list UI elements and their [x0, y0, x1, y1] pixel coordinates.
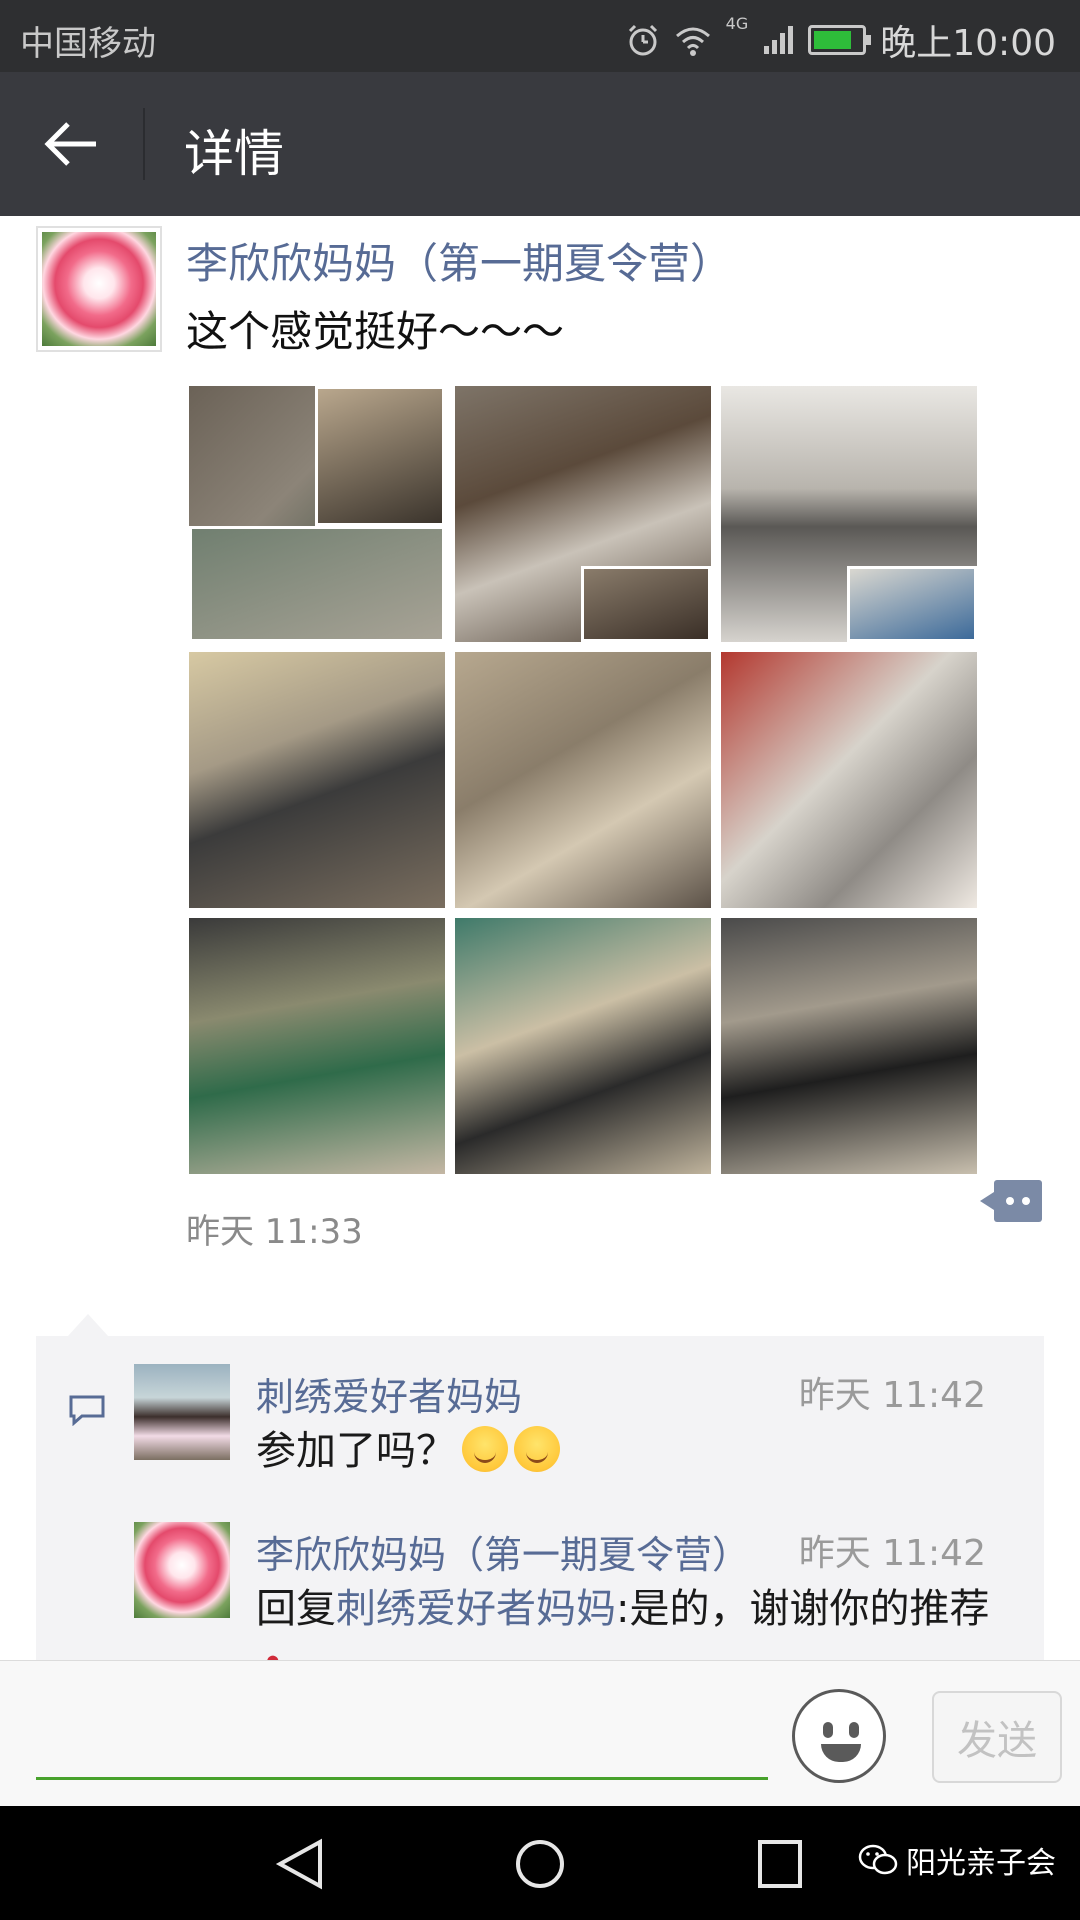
- photo-thumbnail[interactable]: [455, 918, 711, 1174]
- photo-thumbnail[interactable]: [721, 386, 977, 642]
- page-title: 详情: [184, 125, 284, 183]
- moment-post: 李欣欣妈妈（第一期夏令营） 这个感觉挺好～～～ 昨天 11:33 刺绣爱好者妈妈…: [0, 216, 1080, 1660]
- author-avatar[interactable]: [36, 226, 162, 352]
- photo-thumbnail[interactable]: [455, 652, 711, 908]
- rose-avatar-image: [42, 232, 156, 346]
- watermark: 阳光亲子会: [858, 1838, 1056, 1882]
- signal-icon: [764, 26, 794, 54]
- photo-thumbnail[interactable]: [189, 918, 445, 1174]
- commenter-name[interactable]: 刺绣爱好者妈妈: [256, 1366, 522, 1421]
- carrier-label: 中国移动: [20, 24, 156, 64]
- wifi-icon: [675, 27, 710, 56]
- home-circle-icon[interactable]: [512, 1838, 568, 1890]
- photo-thumbnail[interactable]: [189, 652, 445, 908]
- comment-input-bar: 发送: [0, 1660, 1080, 1806]
- reply-to-link[interactable]: 刺绣爱好者妈妈: [336, 1586, 616, 1632]
- comment-item[interactable]: 刺绣爱好者妈妈 昨天 11:42 参加了吗？: [36, 1364, 1044, 1484]
- more-comment-icon[interactable]: [980, 1180, 1042, 1222]
- smile-emoji: [514, 1426, 560, 1472]
- comment-time: 昨天 11:42: [798, 1533, 986, 1574]
- comment-input[interactable]: [36, 1777, 768, 1780]
- photo-thumbnail[interactable]: [189, 386, 445, 642]
- arrow-left-icon[interactable]: [40, 112, 104, 176]
- post-text: 这个感觉挺好～～～: [186, 307, 565, 356]
- post-timestamp: 昨天 11:33: [186, 1212, 363, 1252]
- commenter-name[interactable]: 李欣欣妈妈（第一期夏令营）: [256, 1524, 750, 1579]
- back-triangle-icon[interactable]: [272, 1838, 328, 1890]
- comment-section: 刺绣爱好者妈妈 昨天 11:42 参加了吗？ 李欣欣妈妈（第一期夏令营） 昨天 …: [36, 1314, 1044, 1660]
- recents-square-icon[interactable]: [752, 1838, 808, 1890]
- smile-emoji: [462, 1426, 508, 1472]
- send-button[interactable]: 发送: [932, 1691, 1062, 1783]
- nav-bar: 详情: [0, 72, 1080, 216]
- alarm-icon: [628, 24, 657, 56]
- emoji-face-icon[interactable]: [792, 1689, 886, 1783]
- comment-time: 昨天 11:42: [798, 1375, 986, 1416]
- wechat-icon: [858, 1844, 898, 1875]
- comment-item[interactable]: 李欣欣妈妈（第一期夏令营） 昨天 11:42 回复刺绣爱好者妈妈:是的，谢谢你的…: [36, 1522, 1044, 1660]
- watermark-text: 阳光亲子会: [906, 1846, 1056, 1881]
- post-author-name[interactable]: 李欣欣妈妈（第一期夏令营）: [186, 230, 732, 291]
- commenter-avatar[interactable]: [134, 1522, 230, 1618]
- system-nav-bar: 阳光亲子会: [0, 1806, 1080, 1920]
- battery-charging-icon: [808, 25, 872, 55]
- status-bar: 中国移动 4G 晚上10:00: [0, 0, 1080, 72]
- nav-divider: [143, 108, 145, 180]
- photo-grid: [189, 386, 979, 1174]
- photo-thumbnail[interactable]: [721, 652, 977, 908]
- comment-text: 回复刺绣爱好者妈妈:是的，谢谢你的推荐✿: [256, 1578, 996, 1660]
- network-type-label: 4G: [725, 14, 749, 33]
- status-icons: 4G 晚上10:00: [626, 14, 1056, 66]
- comment-text: 参加了吗？: [256, 1420, 996, 1482]
- photo-thumbnail[interactable]: [721, 918, 977, 1174]
- photo-thumbnail[interactable]: [455, 386, 711, 642]
- clock-time: 晚上10:00: [880, 23, 1056, 64]
- rose-emoji: ✿: [256, 1648, 290, 1660]
- commenter-avatar[interactable]: [134, 1364, 230, 1460]
